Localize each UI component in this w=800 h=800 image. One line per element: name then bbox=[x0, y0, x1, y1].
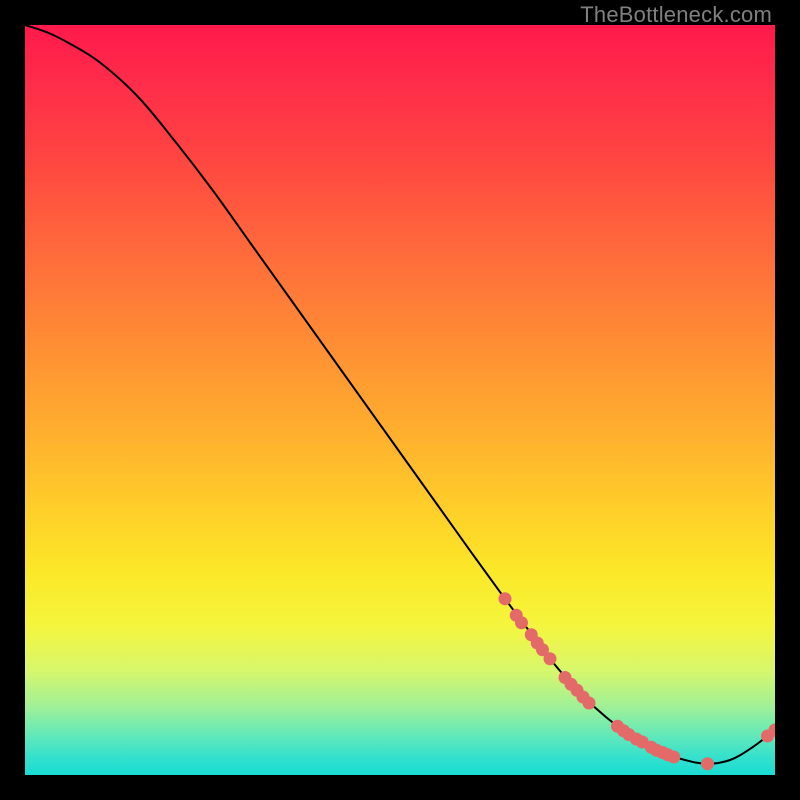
data-point bbox=[515, 616, 528, 629]
data-point bbox=[667, 751, 680, 764]
data-point bbox=[701, 757, 714, 770]
data-markers bbox=[499, 592, 776, 770]
chart-area bbox=[25, 25, 775, 775]
bottleneck-curve bbox=[25, 25, 775, 764]
data-point bbox=[583, 697, 596, 710]
chart-svg bbox=[25, 25, 775, 775]
data-point bbox=[499, 592, 512, 605]
data-point bbox=[544, 652, 557, 665]
